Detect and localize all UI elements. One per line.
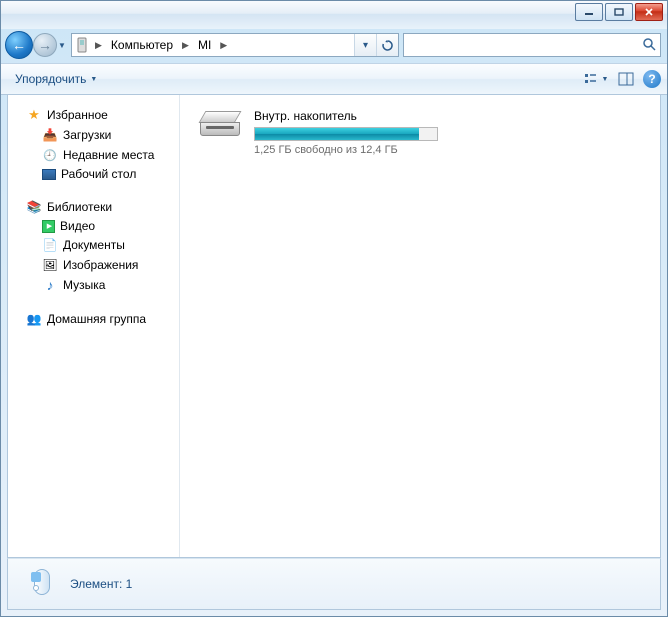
libraries-icon [26,199,42,215]
storage-bar [254,127,438,141]
drive-status: 1,25 ГБ свободно из 12,4 ГБ [254,144,642,156]
refresh-button[interactable] [376,34,398,56]
drive-icon [198,109,242,141]
refresh-icon [381,39,394,52]
view-options-button[interactable]: ▼ [583,68,609,90]
sidebar-item-recent[interactable]: Недавние места [8,145,179,165]
organize-label: Упорядочить [15,72,86,86]
arrow-left-icon: ← [12,37,26,53]
sidebar-item-label: Домашняя группа [47,312,146,326]
address-dropdown-button[interactable]: ▾ [354,34,376,56]
details-pane: Элемент: 1 [7,558,661,610]
star-icon: ★ [26,107,42,123]
sidebar-item-label: Загрузки [63,128,111,142]
title-bar [1,1,667,29]
sidebar-item-label: Избранное [47,108,108,122]
drive-info: Внутр. накопитель 1,25 ГБ свободно из 12… [254,109,642,156]
window-buttons [575,3,663,21]
help-button[interactable]: ? [643,70,661,88]
homegroup-icon [26,311,42,327]
search-icon[interactable] [642,37,656,54]
nav-history-dropdown[interactable]: ▼ [57,36,67,54]
drive-name: Внутр. накопитель [254,109,642,123]
sidebar-item-label: Недавние места [63,148,154,162]
sidebar-item-label: Библиотеки [47,200,112,214]
video-icon [42,220,55,233]
sidebar-item-label: Изображения [63,258,138,272]
toolbar: Упорядочить ▼ ▼ ? [1,63,667,95]
sidebar-item-homegroup[interactable]: Домашняя группа [8,309,179,329]
explorer-body: ★ Избранное Загрузки Недавние места Рабо… [7,95,661,558]
sidebar-item-label: Рабочий стол [61,167,136,181]
maximize-icon [614,8,624,16]
sidebar-item-music[interactable]: Музыка [8,275,179,295]
sidebar-item-documents[interactable]: Документы [8,235,179,255]
downloads-icon [42,127,58,143]
chevron-down-icon: ▼ [602,76,609,83]
explorer-window: ← → ▼ ▶ Компьютер ▶ MI ▶ ▾ [0,0,668,617]
close-icon [644,8,654,16]
forward-button[interactable]: → [33,33,57,57]
minimize-icon [584,8,594,16]
preview-pane-button[interactable] [613,68,639,90]
maximize-button[interactable] [605,3,633,21]
storage-bar-fill [255,128,419,140]
preview-pane-icon [618,72,634,86]
arrow-right-icon: → [38,37,52,53]
nav-row: ← → ▼ ▶ Компьютер ▶ MI ▶ ▾ [1,29,667,63]
chevron-down-icon: ▼ [90,76,97,83]
sidebar-item-favorites[interactable]: ★ Избранное [8,105,179,125]
address-bar[interactable]: ▶ Компьютер ▶ MI ▶ ▾ [71,33,399,57]
breadcrumb-device[interactable]: MI [192,34,217,56]
device-icon [72,37,92,53]
sidebar-item-desktop[interactable]: Рабочий стол [8,165,179,183]
chevron-right-icon: ▶ [217,40,230,51]
chevron-down-icon: ▾ [363,40,368,51]
minimize-button[interactable] [575,3,603,21]
navigation-pane[interactable]: ★ Избранное Загрузки Недавние места Рабо… [8,95,180,557]
back-button[interactable]: ← [5,31,33,59]
sidebar-item-label: Музыка [63,278,105,292]
images-icon [42,257,58,273]
sidebar-item-downloads[interactable]: Загрузки [8,125,179,145]
sidebar-item-label: Видео [60,219,95,233]
breadcrumb-computer[interactable]: Компьютер [105,34,179,56]
details-text: Элемент: 1 [70,577,132,591]
sidebar-item-libraries[interactable]: Библиотеки [8,197,179,217]
view-icon [584,72,600,86]
desktop-icon [42,169,56,180]
chevron-right-icon: ▶ [92,40,105,51]
content-pane[interactable]: Внутр. накопитель 1,25 ГБ свободно из 12… [180,95,660,557]
search-box[interactable] [403,33,661,57]
help-icon: ? [648,72,655,86]
device-large-icon [18,563,58,605]
chevron-right-icon: ▶ [179,40,192,51]
music-icon [42,277,58,293]
search-input[interactable] [408,38,642,52]
sidebar-item-images[interactable]: Изображения [8,255,179,275]
recent-icon [42,147,58,163]
sidebar-item-label: Документы [63,238,125,252]
nav-buttons: ← → ▼ [5,30,67,60]
sidebar-item-video[interactable]: Видео [8,217,179,235]
close-button[interactable] [635,3,663,21]
documents-icon [42,237,58,253]
drive-item[interactable]: Внутр. накопитель 1,25 ГБ свободно из 12… [194,105,646,160]
organize-menu[interactable]: Упорядочить ▼ [7,69,105,89]
